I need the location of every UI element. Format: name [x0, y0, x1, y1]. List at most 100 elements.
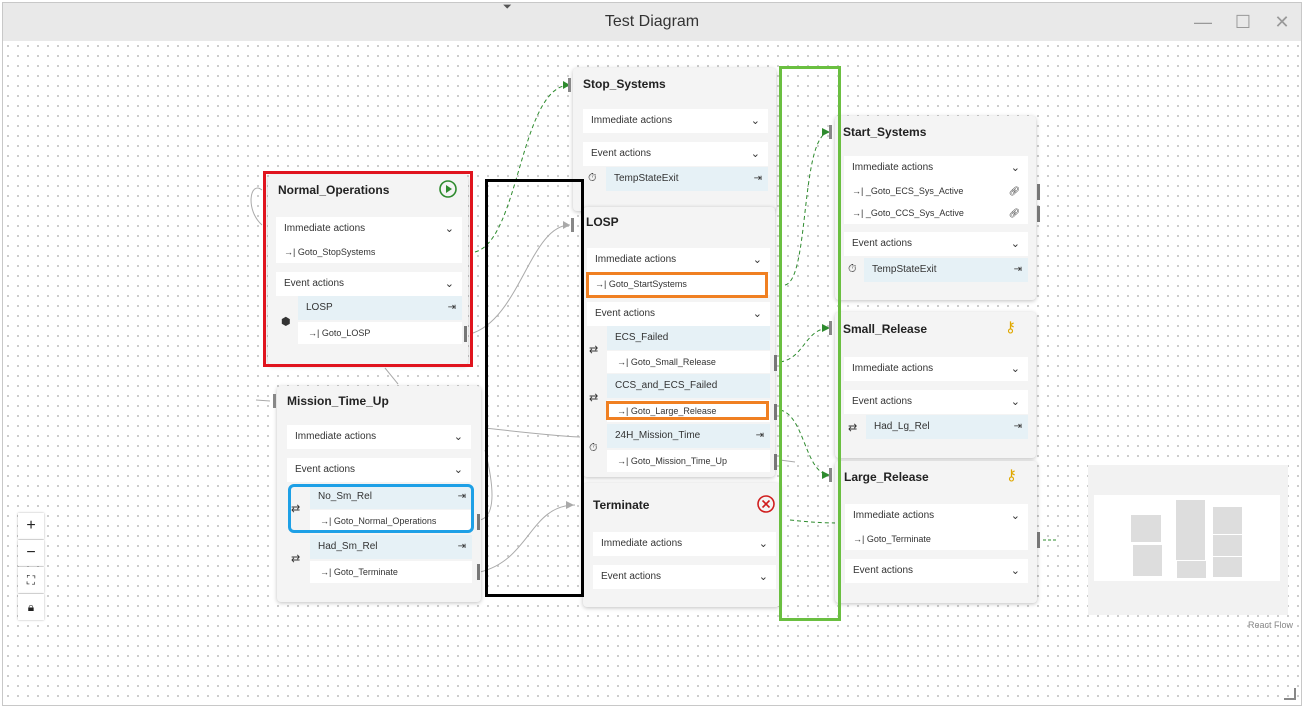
fit-view-button[interactable]: ⛶ [18, 567, 44, 593]
action-label: _Goto_ECS_Sys_Active [865, 186, 964, 196]
event-label: 24H_Mission_Time [615, 430, 701, 441]
action-row[interactable]: →| _Goto_ECS_Sys_Active 🔗︎ [844, 180, 1028, 202]
close-icon[interactable]: ✕ [1272, 12, 1292, 32]
immediate-actions-toggle[interactable]: Immediate actions ⌄ [593, 532, 776, 556]
react-flow-attribution[interactable]: React Flow [1248, 620, 1293, 630]
event-row[interactable]: Had_Sm_Rel ⇥ [310, 535, 472, 559]
terminate-icon [757, 495, 775, 513]
event-row[interactable]: Had_Lg_Rel ⇥ [866, 415, 1028, 439]
zoom-out-button[interactable]: − [18, 540, 44, 566]
node-start-systems[interactable]: Start_Systems Immediate actions ⌄ →| _Go… [835, 116, 1040, 300]
swap-icon: ⇄ [291, 553, 301, 565]
exit-icon[interactable]: ⇥ [1014, 258, 1022, 282]
event-actions-toggle[interactable]: Event actions ⌄ [845, 559, 1028, 583]
immediate-actions-toggle[interactable]: Immediate actions ⌄ [844, 357, 1028, 381]
action-label: Goto_Terminate [333, 567, 398, 577]
minimap-node [1133, 545, 1162, 576]
event-actions-toggle[interactable]: Event actions ⌄ [287, 458, 471, 482]
source-handle[interactable] [774, 355, 777, 371]
node-title: Start_Systems [843, 125, 927, 139]
source-handle[interactable] [1037, 184, 1040, 200]
immediate-actions-toggle[interactable]: Immediate actions ⌄ [587, 248, 770, 272]
source-handle[interactable] [477, 564, 480, 580]
node-large-release[interactable]: Large_Release ⚷ Immediate actions ⌄ →| G… [835, 461, 1040, 603]
chevron-down-icon: ⌄ [752, 308, 762, 320]
event-actions-toggle[interactable]: Event actions ⌄ [844, 390, 1028, 414]
immediate-actions-toggle[interactable]: Immediate actions ⌄ [845, 504, 1028, 528]
node-title: Stop_Systems [583, 77, 666, 91]
event-row[interactable]: TempStateExit ⇥ [864, 258, 1028, 282]
node-title: Mission_Time_Up [287, 394, 389, 408]
timer-icon: ⏱ [588, 172, 597, 184]
lock-button[interactable]: 🔒︎ [18, 594, 44, 620]
source-handle[interactable] [1037, 206, 1040, 222]
exit-icon[interactable]: ⇥ [458, 535, 466, 559]
action-label: _Goto_CCS_Sys_Active [865, 208, 964, 218]
event-row[interactable]: CCS_and_ECS_Failed [607, 374, 770, 398]
node-small-release[interactable]: Small_Release ⚷ Immediate actions ⌄ Even… [835, 312, 1036, 458]
immediate-actions-toggle[interactable]: Immediate actions ⌄ [287, 425, 471, 449]
event-actions-toggle[interactable]: Event actions ⌄ [844, 232, 1028, 256]
exit-icon[interactable]: ⇥ [756, 424, 764, 448]
chevron-down-icon: ⌄ [758, 538, 768, 550]
chevron-down-icon: ⌄ [752, 254, 762, 266]
key-icon: ⚷ [1005, 319, 1016, 336]
event-actions-toggle[interactable]: Event actions ⌄ [593, 565, 776, 589]
section-label: Event actions [852, 396, 913, 407]
exit-icon[interactable]: ⇥ [1014, 415, 1022, 439]
source-handle[interactable] [477, 514, 480, 530]
target-handle[interactable] [273, 394, 276, 408]
swap-icon: ⇄ [848, 422, 858, 434]
zoom-in-button[interactable]: + [18, 513, 44, 539]
chevron-down-icon: ⌄ [453, 431, 463, 443]
minimap-node [1177, 561, 1206, 578]
section-label: Event actions [853, 565, 914, 576]
event-actions-toggle[interactable]: Event actions ⌄ [587, 302, 770, 326]
immediate-actions-toggle[interactable]: Immediate actions ⌄ [583, 109, 768, 133]
minimap-node [1213, 557, 1242, 577]
minimap[interactable] [1088, 465, 1288, 615]
event-label: Had_Lg_Rel [874, 421, 930, 432]
chevron-down-icon: ⌄ [1010, 565, 1020, 577]
source-handle[interactable] [1037, 532, 1040, 548]
minimize-icon[interactable]: — [1193, 12, 1213, 32]
event-row[interactable]: 24H_Mission_Time ⇥ [607, 424, 770, 448]
minimap-node [1213, 507, 1242, 534]
window-title: Test Diagram [604, 13, 700, 30]
link-icon[interactable]: 🔗︎ [1009, 202, 1020, 224]
section-label: Event actions [591, 148, 652, 159]
source-handle[interactable] [774, 404, 777, 420]
action-row[interactable]: →| Goto_Mission_Time_Up [607, 450, 770, 472]
node-terminate[interactable]: Terminate Immediate actions ⌄ Event acti… [583, 483, 780, 607]
fit-view-icon: ⛶ [26, 573, 36, 587]
section-label: Immediate actions [295, 431, 377, 442]
target-handle[interactable] [568, 78, 571, 92]
action-row[interactable]: →| _Goto_CCS_Sys_Active 🔗︎ [844, 202, 1028, 224]
section-label: Immediate actions [595, 254, 677, 265]
resize-handle-icon[interactable] [1284, 688, 1296, 700]
drag-handle-icon[interactable]: ⏷ [503, 3, 512, 14]
event-actions-toggle[interactable]: Event actions ⌄ [583, 142, 768, 166]
section-label: Event actions [595, 308, 656, 319]
highlight-orange-box [606, 401, 769, 420]
maximize-icon[interactable]: ☐ [1233, 12, 1253, 32]
action-row[interactable]: →| Goto_Small_Release [607, 351, 770, 373]
node-stop-systems[interactable]: Stop_Systems Immediate actions ⌄ Event a… [573, 68, 776, 211]
node-title: Terminate [593, 498, 650, 512]
chevron-down-icon: ⌄ [1010, 396, 1020, 408]
chevron-down-icon: ⌄ [1010, 510, 1020, 522]
minimap-node [1131, 515, 1161, 542]
link-icon[interactable]: 🔗︎ [1009, 180, 1020, 202]
minimap-node [1176, 500, 1205, 560]
action-row[interactable]: →| Goto_Terminate [845, 528, 1028, 550]
source-handle[interactable] [774, 454, 777, 470]
event-label: Had_Sm_Rel [318, 541, 378, 552]
event-row[interactable]: TempStateExit ⇥ [606, 167, 768, 191]
event-row[interactable]: ECS_Failed [607, 326, 770, 350]
immediate-actions-toggle[interactable]: Immediate actions ⌄ [844, 156, 1028, 180]
exit-icon[interactable]: ⇥ [754, 167, 762, 191]
node-title: Large_Release [844, 470, 929, 484]
node-losp[interactable]: LOSP Immediate actions ⌄ →| Goto_StartSy… [583, 207, 777, 477]
action-row[interactable]: →| Goto_Terminate [310, 561, 472, 583]
action-label: Goto_Small_Release [630, 357, 716, 367]
